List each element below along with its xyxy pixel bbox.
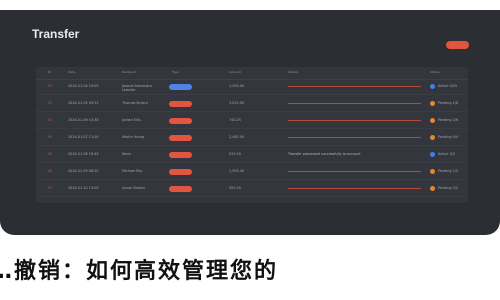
- header-amount[interactable]: Amount: [229, 70, 241, 74]
- row-status: Pending 1/8: [438, 101, 459, 105]
- row-id: 04: [48, 135, 53, 139]
- row-status: Active 0/25: [438, 84, 458, 88]
- header-id[interactable]: ID: [48, 70, 51, 74]
- table-header: ID Date Recipient Type Amount Details St…: [36, 67, 468, 80]
- row-detail-bar: [288, 86, 421, 87]
- row-amount: 1,905.40: [229, 169, 245, 173]
- row-detail-bar: [288, 171, 421, 172]
- table-row[interactable]: 04 2024-01-07 11:00 Martin Young 2,480.00 Pe…: [36, 131, 468, 146]
- row-status: Active 3/3: [438, 152, 456, 156]
- row-id: 07: [48, 186, 53, 190]
- row-date: 2024-01-10 13:05: [68, 186, 99, 190]
- row-recipient: Martin Young: [122, 135, 145, 139]
- status-dot-icon: [430, 101, 435, 106]
- type-badge[interactable]: [169, 118, 192, 124]
- page-title: Transfer: [32, 27, 80, 41]
- table-row[interactable]: 06 2024-01-09 08:20 Michael Ray 1,905.40 Pen…: [36, 165, 468, 180]
- status-dot-icon: [430, 152, 435, 157]
- header-status[interactable]: Status: [430, 70, 440, 74]
- row-recipient: Thomas Bryant: [122, 101, 148, 105]
- row-id: 06: [48, 169, 53, 173]
- row-amount: 615.00: [229, 152, 241, 156]
- status-dot-icon: [430, 84, 435, 89]
- type-badge[interactable]: [169, 101, 192, 107]
- table-row[interactable]: 02 2024-01-05 09:12 Thomas Bryant 3,010.00 P…: [36, 97, 468, 112]
- new-transfer-button[interactable]: [446, 41, 469, 49]
- status-dot-icon: [430, 169, 435, 174]
- status-dot-icon: [430, 118, 435, 123]
- type-badge[interactable]: [169, 152, 192, 158]
- transfer-table: ID Date Recipient Type Amount Details St…: [36, 67, 468, 203]
- row-detail-bar: [288, 103, 421, 104]
- row-date: 2024-01-06 14:38: [68, 118, 99, 122]
- row-date: 2024-01-09 08:20: [68, 169, 99, 173]
- row-status: Pending 0/4: [438, 135, 459, 139]
- row-detail-text: Transfer processed successfully to accou…: [288, 152, 361, 156]
- status-dot-icon: [430, 135, 435, 140]
- row-date: 2024-01-04 10:05: [68, 84, 99, 88]
- row-amount: 2,480.00: [229, 135, 245, 139]
- row-detail-bar: [288, 137, 421, 138]
- table-row[interactable]: 03 2024-01-06 14:38 Jordan Ellis 740.25 Pend…: [36, 114, 468, 129]
- header-details[interactable]: Details: [288, 70, 298, 74]
- row-status: Pending 2/6: [438, 118, 459, 122]
- page-caption: …撤销：如何高效管理您的: [0, 259, 279, 284]
- transfer-window: Transfer ID Date Recipient Type Amount D…: [0, 10, 500, 235]
- status-dot-icon: [430, 186, 435, 191]
- header-date[interactable]: Date: [68, 70, 75, 74]
- row-status: Pending 2/2: [438, 186, 459, 190]
- type-badge[interactable]: [169, 135, 192, 141]
- table-row[interactable]: 05 2024-01-08 16:45 Kevin 615.00 Transfer pr…: [36, 148, 468, 163]
- row-date: 2024-01-07 11:00: [68, 135, 99, 139]
- row-date: 2024-01-08 16:45: [68, 152, 99, 156]
- row-recipient: Jordan Ellis: [122, 118, 141, 122]
- row-amount: 3,010.00: [229, 101, 245, 105]
- row-recipient: Michael Ray: [122, 169, 143, 173]
- row-id: 02: [48, 101, 53, 105]
- row-recipient: Susan Brooks: [122, 186, 145, 190]
- row-id: 05: [48, 152, 53, 156]
- type-badge[interactable]: [169, 84, 192, 90]
- row-date: 2024-01-05 09:12: [68, 101, 99, 105]
- row-amount: 740.25: [229, 118, 241, 122]
- header-recipient[interactable]: Recipient: [122, 70, 136, 74]
- type-badge[interactable]: [169, 169, 192, 175]
- row-detail-bar: [288, 120, 421, 121]
- table-row[interactable]: 07 2024-01-10 13:05 Susan Brooks 455.00 Pend…: [36, 182, 468, 197]
- row-status: Pending 1/5: [438, 169, 459, 173]
- type-badge[interactable]: [169, 186, 192, 192]
- row-amount: 455.00: [229, 186, 241, 190]
- table-row[interactable]: 01 2024-01-04 10:05 Jaxeral Alexandra Leoni…: [36, 80, 468, 95]
- row-recipient-sub: Leonide: [122, 88, 136, 92]
- row-recipient: Jaxeral Alexandra Leonide: [122, 84, 152, 92]
- row-id: 01: [48, 84, 53, 88]
- header-type[interactable]: Type: [172, 70, 179, 74]
- row-detail-bar: [288, 188, 421, 189]
- row-recipient: Kevin: [122, 152, 132, 156]
- row-amount: 1,295.00: [229, 84, 245, 88]
- row-id: 03: [48, 118, 53, 122]
